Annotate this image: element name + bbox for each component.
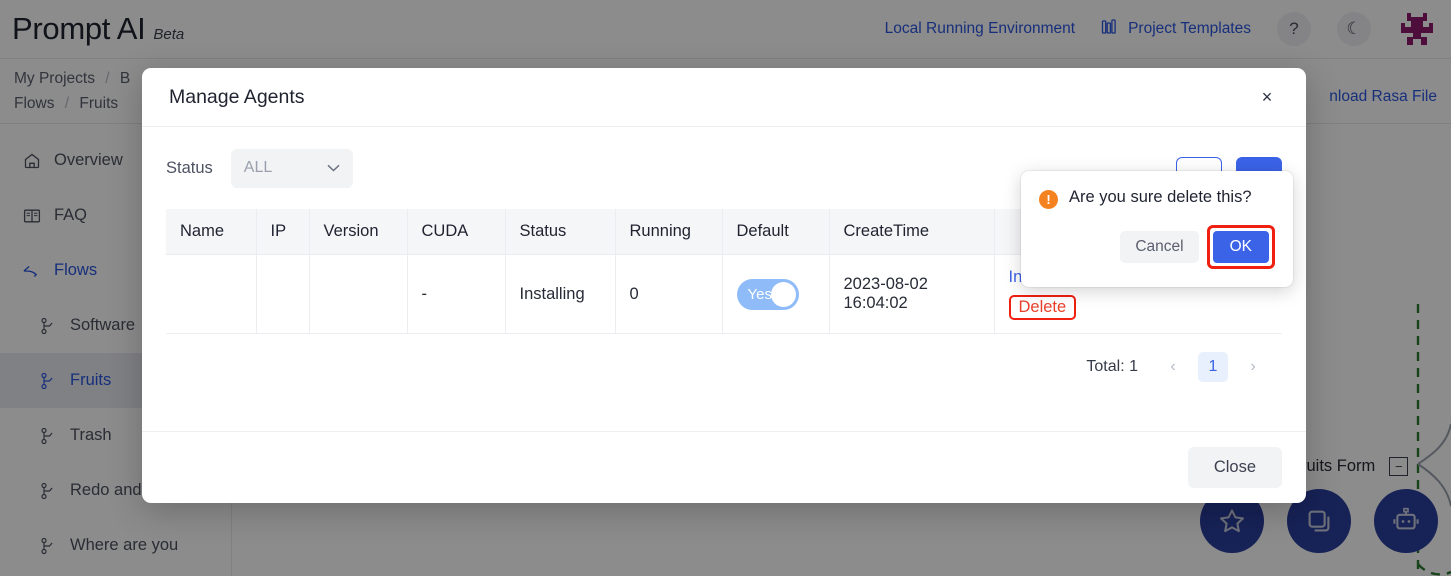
cell-cuda: - (407, 254, 506, 334)
column-header-version[interactable]: Version (309, 209, 408, 255)
status-filter-select[interactable]: ALL (230, 148, 353, 188)
column-header-cuda[interactable]: CUDA (407, 209, 506, 255)
modal-title: Manage Agents (169, 85, 305, 108)
pagination-page-1[interactable]: 1 (1198, 352, 1228, 382)
warning-icon: ! (1039, 190, 1058, 209)
column-header-ip[interactable]: IP (256, 209, 310, 255)
pagination-next-button[interactable]: › (1238, 352, 1268, 382)
cell-name (166, 254, 257, 334)
confirm-ok-highlight: OK (1206, 225, 1275, 269)
cell-version (309, 254, 408, 334)
confirm-cancel-button[interactable]: Cancel (1120, 231, 1199, 263)
status-filter-value: ALL (243, 159, 273, 176)
chevron-down-icon (327, 161, 340, 175)
pagination-total: Total: 1 (1086, 358, 1138, 375)
column-header-status[interactable]: Status (505, 209, 616, 255)
cell-ip (256, 254, 310, 334)
confirm-message: Are you sure delete this? (1069, 188, 1252, 206)
close-button[interactable]: Close (1187, 447, 1282, 488)
delete-button[interactable]: Delete (1008, 295, 1077, 320)
confirm-ok-button[interactable]: OK (1212, 231, 1269, 263)
confirm-message-row: ! Are you sure delete this? (1039, 188, 1275, 209)
cell-default: Yes (722, 254, 830, 334)
modal-footer: Close (142, 431, 1306, 503)
column-header-running[interactable]: Running (615, 209, 723, 255)
toggle-knob (770, 281, 796, 307)
cell-createtime: 2023-08-02 16:04:02 (829, 254, 995, 334)
delete-confirm-popover: ! Are you sure delete this? Cancel OK (1021, 171, 1293, 287)
column-header-default[interactable]: Default (722, 209, 830, 255)
pagination: Total: 1 ‹ 1 › (166, 334, 1282, 382)
cell-status: Installing (505, 254, 616, 334)
default-toggle[interactable]: Yes (736, 278, 799, 310)
default-toggle-label: Yes (747, 285, 772, 303)
status-filter-label: Status (166, 158, 213, 177)
column-header-createtime[interactable]: CreateTime (829, 209, 995, 255)
close-icon[interactable]: × (1255, 85, 1279, 109)
app-root: Prompt AI Beta Local Running Environment… (0, 0, 1451, 576)
pagination-prev-button[interactable]: ‹ (1158, 352, 1188, 382)
cell-running: 0 (615, 254, 723, 334)
confirm-buttons: Cancel OK (1039, 225, 1275, 269)
modal-header: Manage Agents × (142, 68, 1306, 127)
column-header-name[interactable]: Name (166, 209, 257, 255)
